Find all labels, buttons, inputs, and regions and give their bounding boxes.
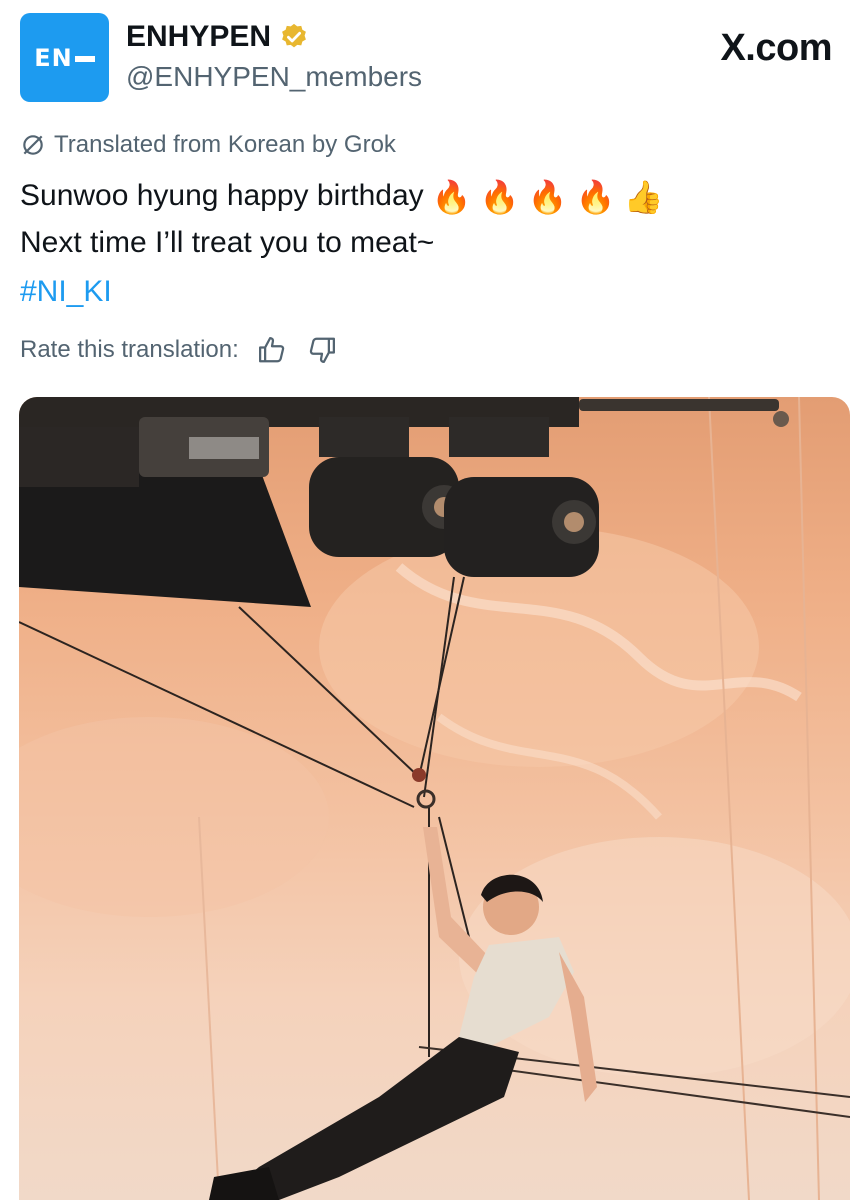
- thumbs-down-button[interactable]: [305, 333, 339, 367]
- fire-emoji: 🔥: [479, 178, 520, 216]
- tweet-text-line-1: Sunwoo hyung happy birthday 🔥 🔥 🔥 🔥 👍: [20, 177, 672, 217]
- fire-emoji: 🔥: [431, 178, 472, 216]
- site-label: X.com: [720, 27, 832, 69]
- slashed-circle-icon: [23, 135, 43, 155]
- account-handle[interactable]: @ENHYPEN_members: [126, 61, 422, 93]
- translation-notice-text: Translated from Korean by Grok: [54, 131, 396, 158]
- avatar-logo-text: EN: [34, 44, 95, 72]
- photo-illustration: [19, 397, 850, 1200]
- rate-translation-label: Rate this translation:: [20, 336, 239, 363]
- thumbs-up-button[interactable]: [255, 333, 289, 367]
- thumbs-up-emoji: 👍: [623, 178, 664, 216]
- thumbs-up-icon: [258, 337, 284, 363]
- emoji-row: 🔥 🔥 🔥 🔥 👍: [432, 177, 672, 217]
- display-name[interactable]: ENHYPEN: [126, 20, 309, 54]
- hashtag-link[interactable]: #NI_KI: [20, 275, 112, 309]
- avatar[interactable]: EN: [20, 13, 109, 102]
- tweet-line-1-text: Sunwoo hyung happy birthday: [20, 178, 424, 212]
- tweet-text-line-2: Next time I’ll treat you to meat~: [20, 226, 435, 259]
- verified-badge-icon: [282, 23, 306, 48]
- fire-emoji: 🔥: [575, 178, 616, 216]
- display-name-text: ENHYPEN: [126, 20, 272, 53]
- thumbs-down-icon: [309, 337, 335, 363]
- fire-emoji: 🔥: [527, 178, 568, 216]
- rate-translation: Rate this translation:: [20, 333, 339, 367]
- tweet-photo[interactable]: [19, 397, 850, 1200]
- translation-notice: Translated from Korean by Grok: [20, 131, 396, 159]
